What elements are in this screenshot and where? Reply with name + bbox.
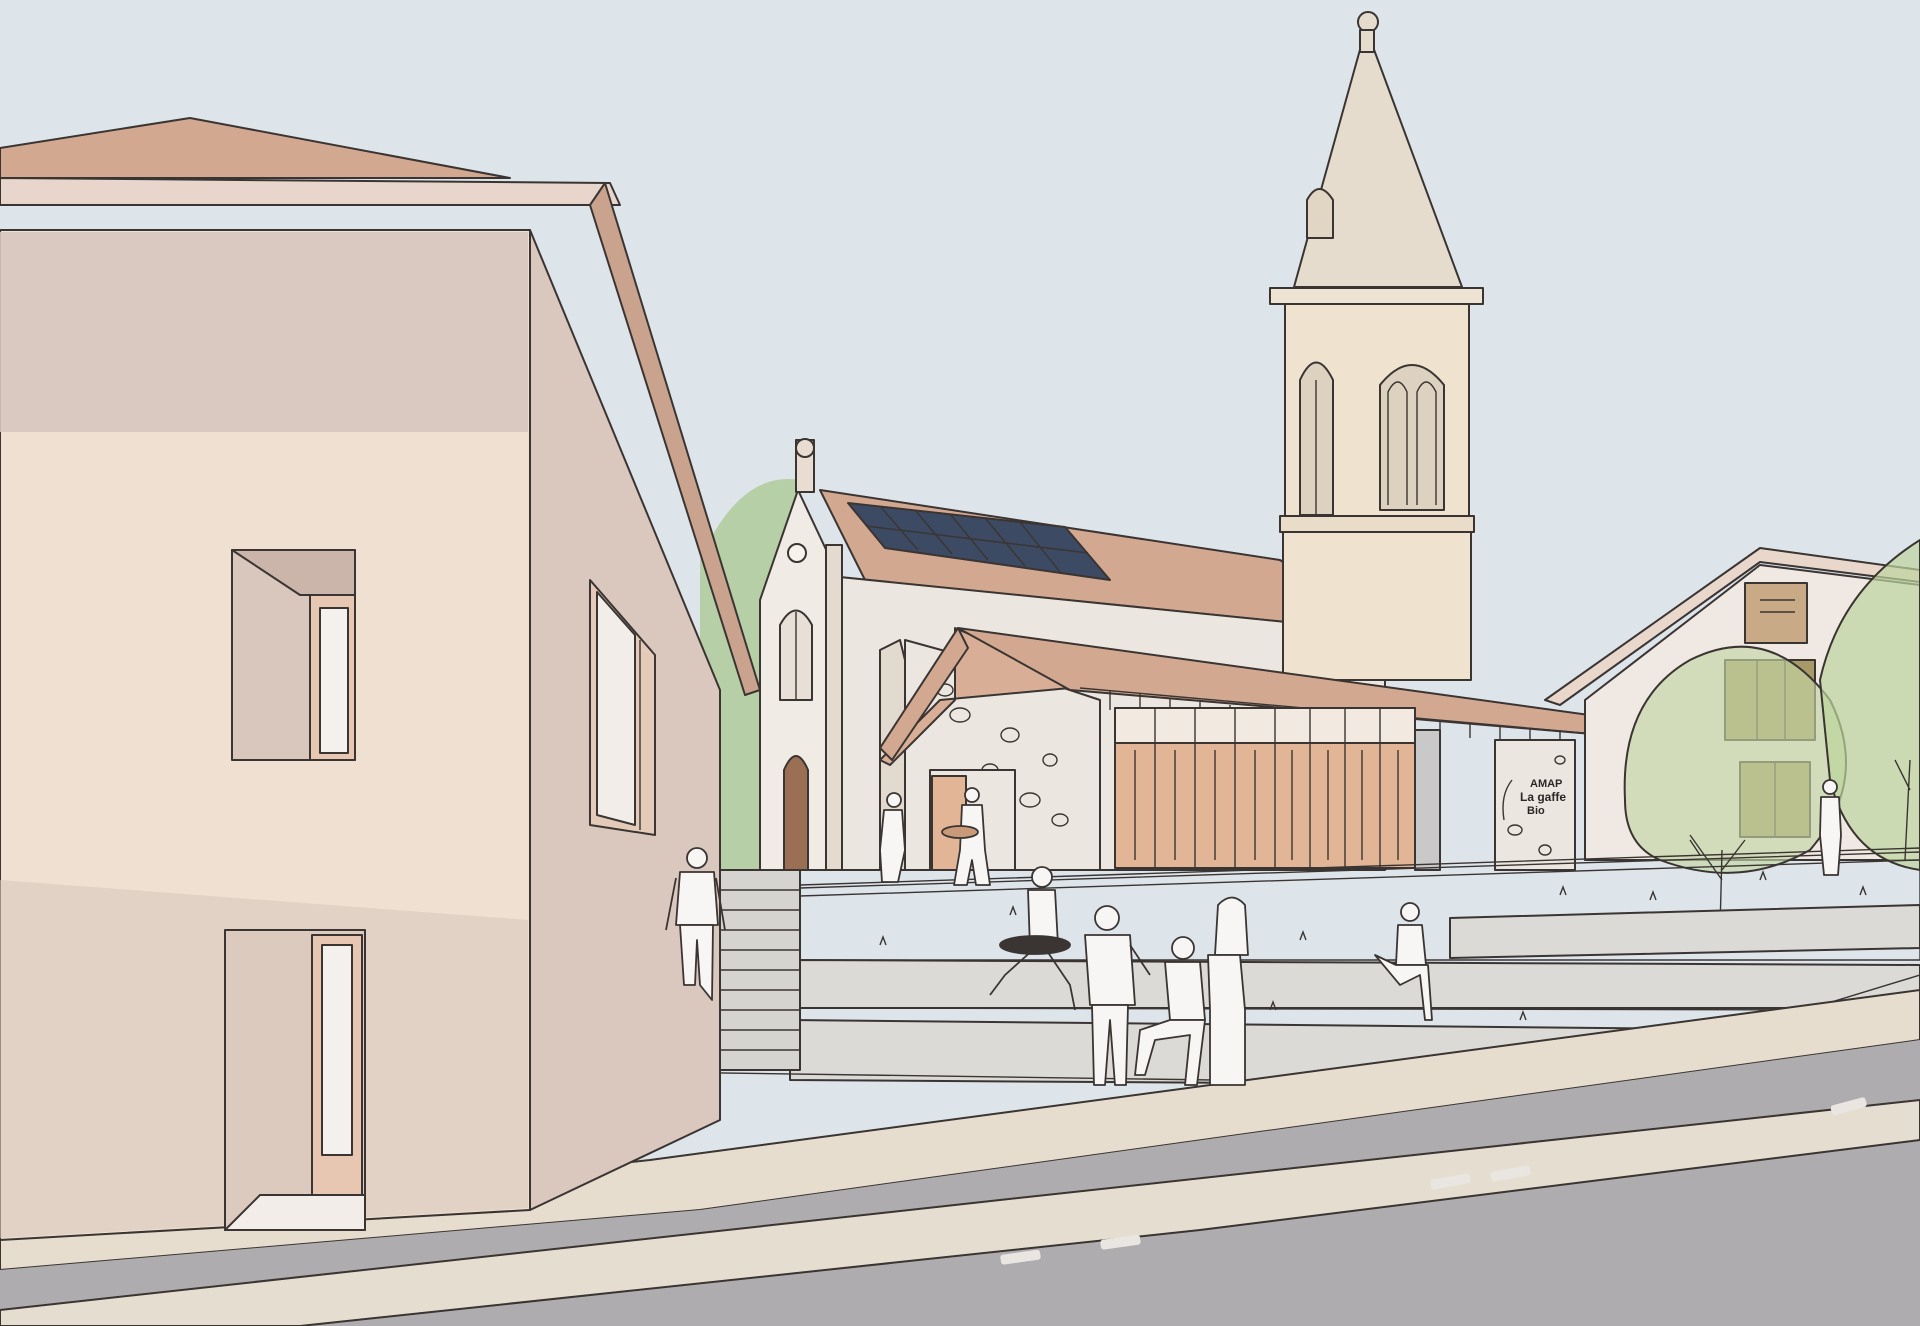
left-house-wall-shadow-top [0, 232, 528, 432]
tower-base [1282, 531, 1472, 681]
spire-clock-dormer [1306, 188, 1334, 239]
tower-window-right [1379, 364, 1445, 511]
right-house-window-top [1744, 582, 1808, 644]
tower-band [1279, 515, 1475, 533]
tower-cornice [1269, 287, 1484, 305]
sign-line-2: La gaffe [1520, 790, 1566, 804]
church-clock [787, 543, 807, 563]
sign-line-3: Bio [1527, 805, 1545, 817]
middle-terrace-wall [794, 959, 1920, 1009]
village-square-illustration: AMAP La gaffe Bio [0, 0, 1920, 1326]
facade-pilaster [825, 544, 843, 871]
sign-line-1: AMAP [1530, 778, 1562, 790]
left-house-eave [0, 177, 621, 206]
church-door [783, 755, 809, 871]
